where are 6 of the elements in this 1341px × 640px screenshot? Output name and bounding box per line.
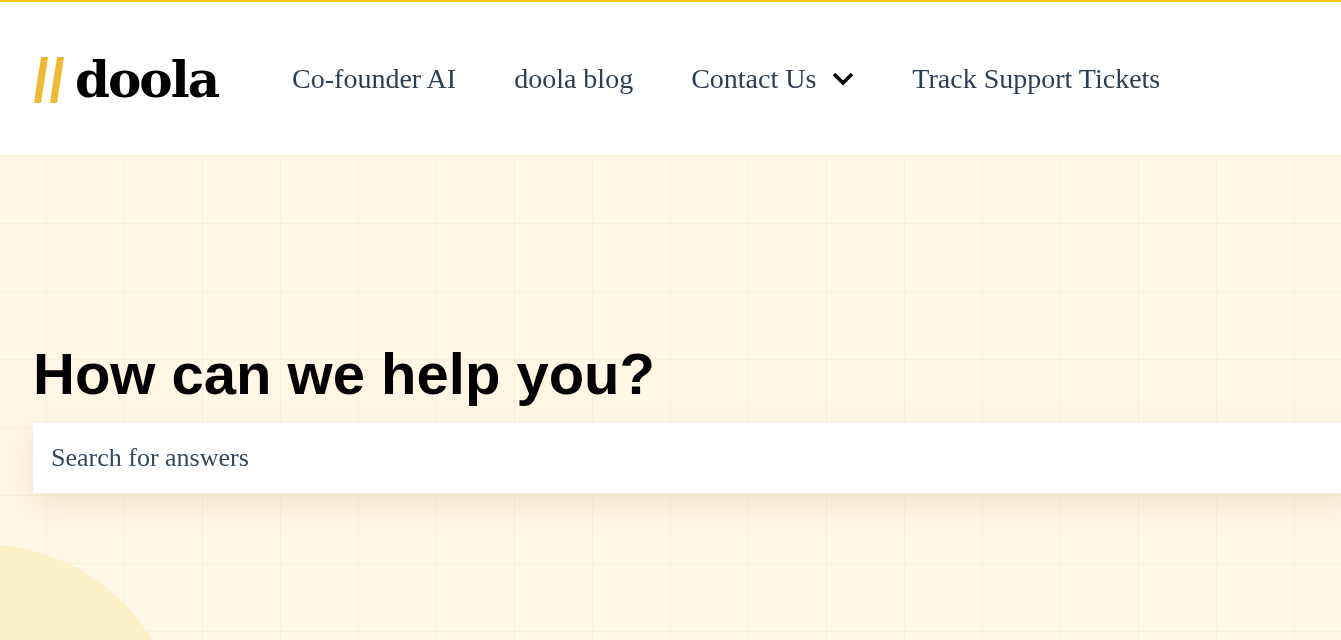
nav-link[interactable]: Contact Us [691,62,855,95]
nav-link[interactable]: Track Support Tickets [912,62,1161,95]
doola-logo[interactable]: doola [33,52,219,105]
search-field[interactable]: Search for answers [33,423,1341,493]
nav-link[interactable]: doola blog [514,62,634,95]
nav-link[interactable]: Co-founder AI [292,62,457,95]
